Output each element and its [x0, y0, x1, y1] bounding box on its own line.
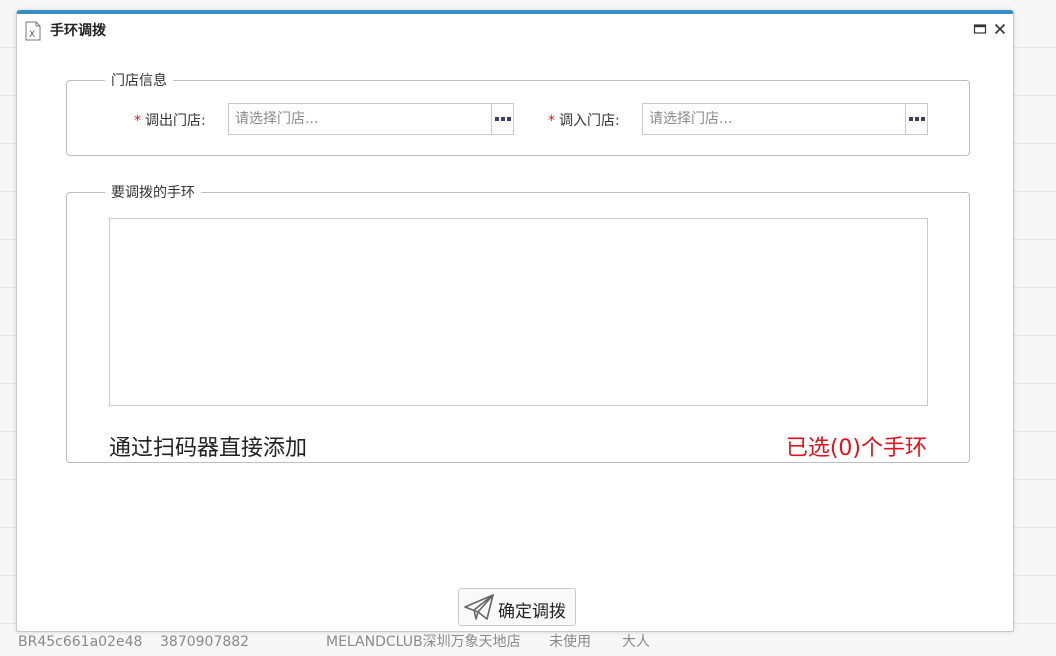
dialog-titlebar[interactable]: X 手环调拨 [17, 14, 1013, 46]
from-store-label-text: 调出门店: [145, 113, 206, 129]
dot [507, 117, 511, 121]
to-store-label-text: 调入门店: [559, 113, 620, 129]
table-row[interactable]: BR45c661a02e48 3870907882 MELANDCLUB深圳万象… [0, 630, 1056, 654]
to-store-input[interactable] [643, 104, 905, 134]
excel-file-icon: X [25, 21, 41, 41]
dot [921, 117, 925, 121]
dot [495, 117, 499, 121]
row-id: BR45c661a02e48 [18, 634, 143, 650]
dot [501, 117, 505, 121]
row-store: MELANDCLUB深圳万象天地店 [326, 634, 521, 650]
band-transfer-dialog: X 手环调拨 门店信息 *调出门店: *调入门店: 要调拨的手环 通过扫码器直接 [16, 10, 1014, 632]
to-store-label: * 调入门店: [548, 110, 620, 130]
from-store-field [228, 103, 514, 135]
maximize-icon[interactable] [973, 22, 987, 36]
to-store-picker-button[interactable] [905, 104, 927, 134]
dot [915, 117, 919, 121]
paper-plane-icon [464, 594, 494, 620]
row-status: 未使用 [549, 634, 591, 650]
svg-text:X: X [29, 30, 35, 40]
from-store-picker-button[interactable] [491, 104, 513, 134]
from-store-label: * 调出门店: [134, 110, 206, 130]
bands-legend: 要调拨的手环 [111, 185, 195, 201]
confirm-transfer-label: 确定调拨 [498, 602, 566, 622]
required-mark: * [134, 113, 141, 129]
scan-hint-text: 通过扫码器直接添加 [109, 436, 308, 461]
required-mark: * [548, 113, 555, 129]
dot [909, 117, 913, 121]
dialog-title: 手环调拨 [50, 23, 106, 39]
close-icon[interactable] [993, 22, 1007, 36]
row-number: 3870907882 [160, 634, 250, 650]
band-list-box[interactable] [109, 218, 928, 406]
row-type: 大人 [622, 634, 650, 650]
selected-count-text: 已选(0)个手环 [785, 436, 927, 461]
store-info-legend: 门店信息 [111, 73, 167, 89]
from-store-input[interactable] [229, 104, 491, 134]
to-store-field [642, 103, 928, 135]
confirm-transfer-button[interactable]: 确定调拨 [458, 588, 576, 626]
